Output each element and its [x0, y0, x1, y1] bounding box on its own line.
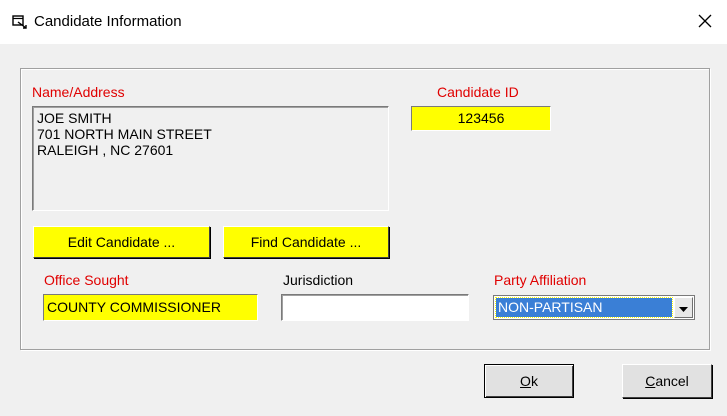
- close-button[interactable]: [690, 8, 720, 36]
- jurisdiction-label: Jurisdiction: [283, 272, 354, 288]
- party-affiliation-label: Party Affiliation: [494, 272, 587, 288]
- cancel-accel: C: [645, 373, 656, 389]
- cancel-button[interactable]: Cancel: [622, 364, 712, 398]
- party-affiliation-select[interactable]: NON-PARTISAN: [493, 295, 695, 320]
- cancel-label: ancel: [655, 373, 689, 389]
- office-sought-field[interactable]: COUNTY COMMISSIONER: [43, 294, 258, 321]
- window-app-icon: [12, 15, 28, 29]
- close-icon: [698, 14, 712, 31]
- candidate-id-field: 123456: [411, 106, 551, 131]
- office-sought-label: Office Sought: [44, 272, 129, 288]
- candidate-id-value: 123456: [457, 110, 505, 126]
- chevron-down-icon: [679, 300, 688, 316]
- ok-accel: O: [520, 373, 531, 389]
- address-line: 701 NORTH MAIN STREET: [37, 126, 212, 142]
- office-sought-value: COUNTY COMMISSIONER: [47, 299, 221, 315]
- dropdown-button[interactable]: [674, 297, 693, 318]
- title-bar: Candidate Information: [0, 0, 727, 44]
- party-affiliation-value: NON-PARTISAN: [495, 297, 673, 318]
- candidate-id-label: Candidate ID: [437, 84, 519, 100]
- find-candidate-button[interactable]: Find Candidate ...: [223, 226, 389, 258]
- edit-candidate-button[interactable]: Edit Candidate ...: [33, 226, 210, 258]
- address-line: RALEIGH , NC 27601: [37, 142, 174, 158]
- window-title: Candidate Information: [34, 13, 182, 30]
- ok-button[interactable]: Ok: [484, 364, 574, 398]
- ok-label: k: [530, 373, 538, 389]
- name-address-box: JOE SMITH 701 NORTH MAIN STREET RALEIGH …: [32, 106, 389, 211]
- address-line: JOE SMITH: [37, 110, 112, 126]
- jurisdiction-input[interactable]: [281, 294, 469, 321]
- name-address-label: Name/Address: [32, 84, 125, 100]
